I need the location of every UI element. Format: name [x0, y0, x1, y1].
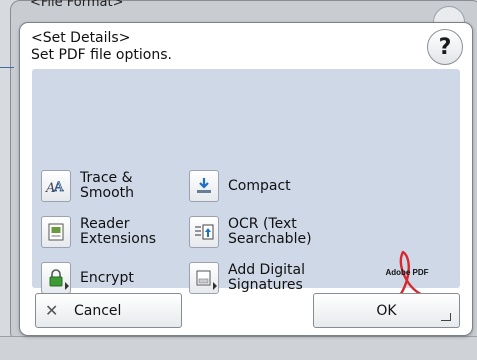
option-label: Encrypt: [80, 269, 134, 286]
reader-extensions-icon: [41, 216, 71, 248]
lock-icon: [41, 262, 71, 294]
background-screen-title: <File Format>: [30, 0, 124, 10]
svg-text:A: A: [53, 180, 64, 195]
help-icon: ?: [438, 34, 452, 60]
submenu-arrow-icon: [213, 282, 217, 290]
pdf-options-panel: A A Trace & Smooth Compact Reader Extens…: [32, 69, 460, 307]
option-add-digital-signatures[interactable]: Add Digital Signatures: [189, 259, 305, 297]
option-label: Add Digital Signatures: [228, 262, 305, 293]
option-compact[interactable]: Compact: [189, 167, 291, 205]
ocr-icon: [189, 216, 219, 248]
option-label: OCR (Text Searchable): [228, 216, 312, 247]
cancel-label: Cancel: [74, 302, 122, 319]
adobe-pdf-logo-text: Adobe PDF: [385, 268, 429, 277]
compact-icon: [189, 170, 219, 202]
option-label: Reader Extensions: [80, 216, 157, 247]
background-bottom-strip: [0, 336, 477, 360]
option-ocr-text-searchable[interactable]: OCR (Text Searchable): [189, 213, 312, 251]
digital-signature-icon: [189, 262, 219, 294]
ok-button[interactable]: OK: [313, 293, 460, 328]
set-details-dialog: <Set Details> Set PDF file options. ? A …: [19, 22, 473, 336]
cancel-button[interactable]: ✕ Cancel: [35, 293, 182, 328]
ok-label: OK: [376, 302, 397, 319]
dialog-subtitle: Set PDF file options.: [31, 47, 172, 63]
dialog-title: <Set Details>: [31, 30, 131, 46]
submenu-arrow-icon: [65, 282, 69, 290]
help-button[interactable]: ?: [427, 29, 463, 65]
background-divider: [0, 67, 14, 68]
option-encrypt[interactable]: Encrypt: [41, 259, 134, 297]
enter-corner-icon: [441, 313, 451, 321]
option-label: Trace & Smooth: [80, 170, 135, 201]
close-icon: ✕: [45, 301, 59, 320]
trace-smooth-icon: A A: [41, 170, 71, 202]
option-reader-extensions[interactable]: Reader Extensions: [41, 213, 156, 251]
option-label: Compact: [228, 177, 291, 194]
option-trace-smooth[interactable]: A A Trace & Smooth: [41, 167, 134, 205]
